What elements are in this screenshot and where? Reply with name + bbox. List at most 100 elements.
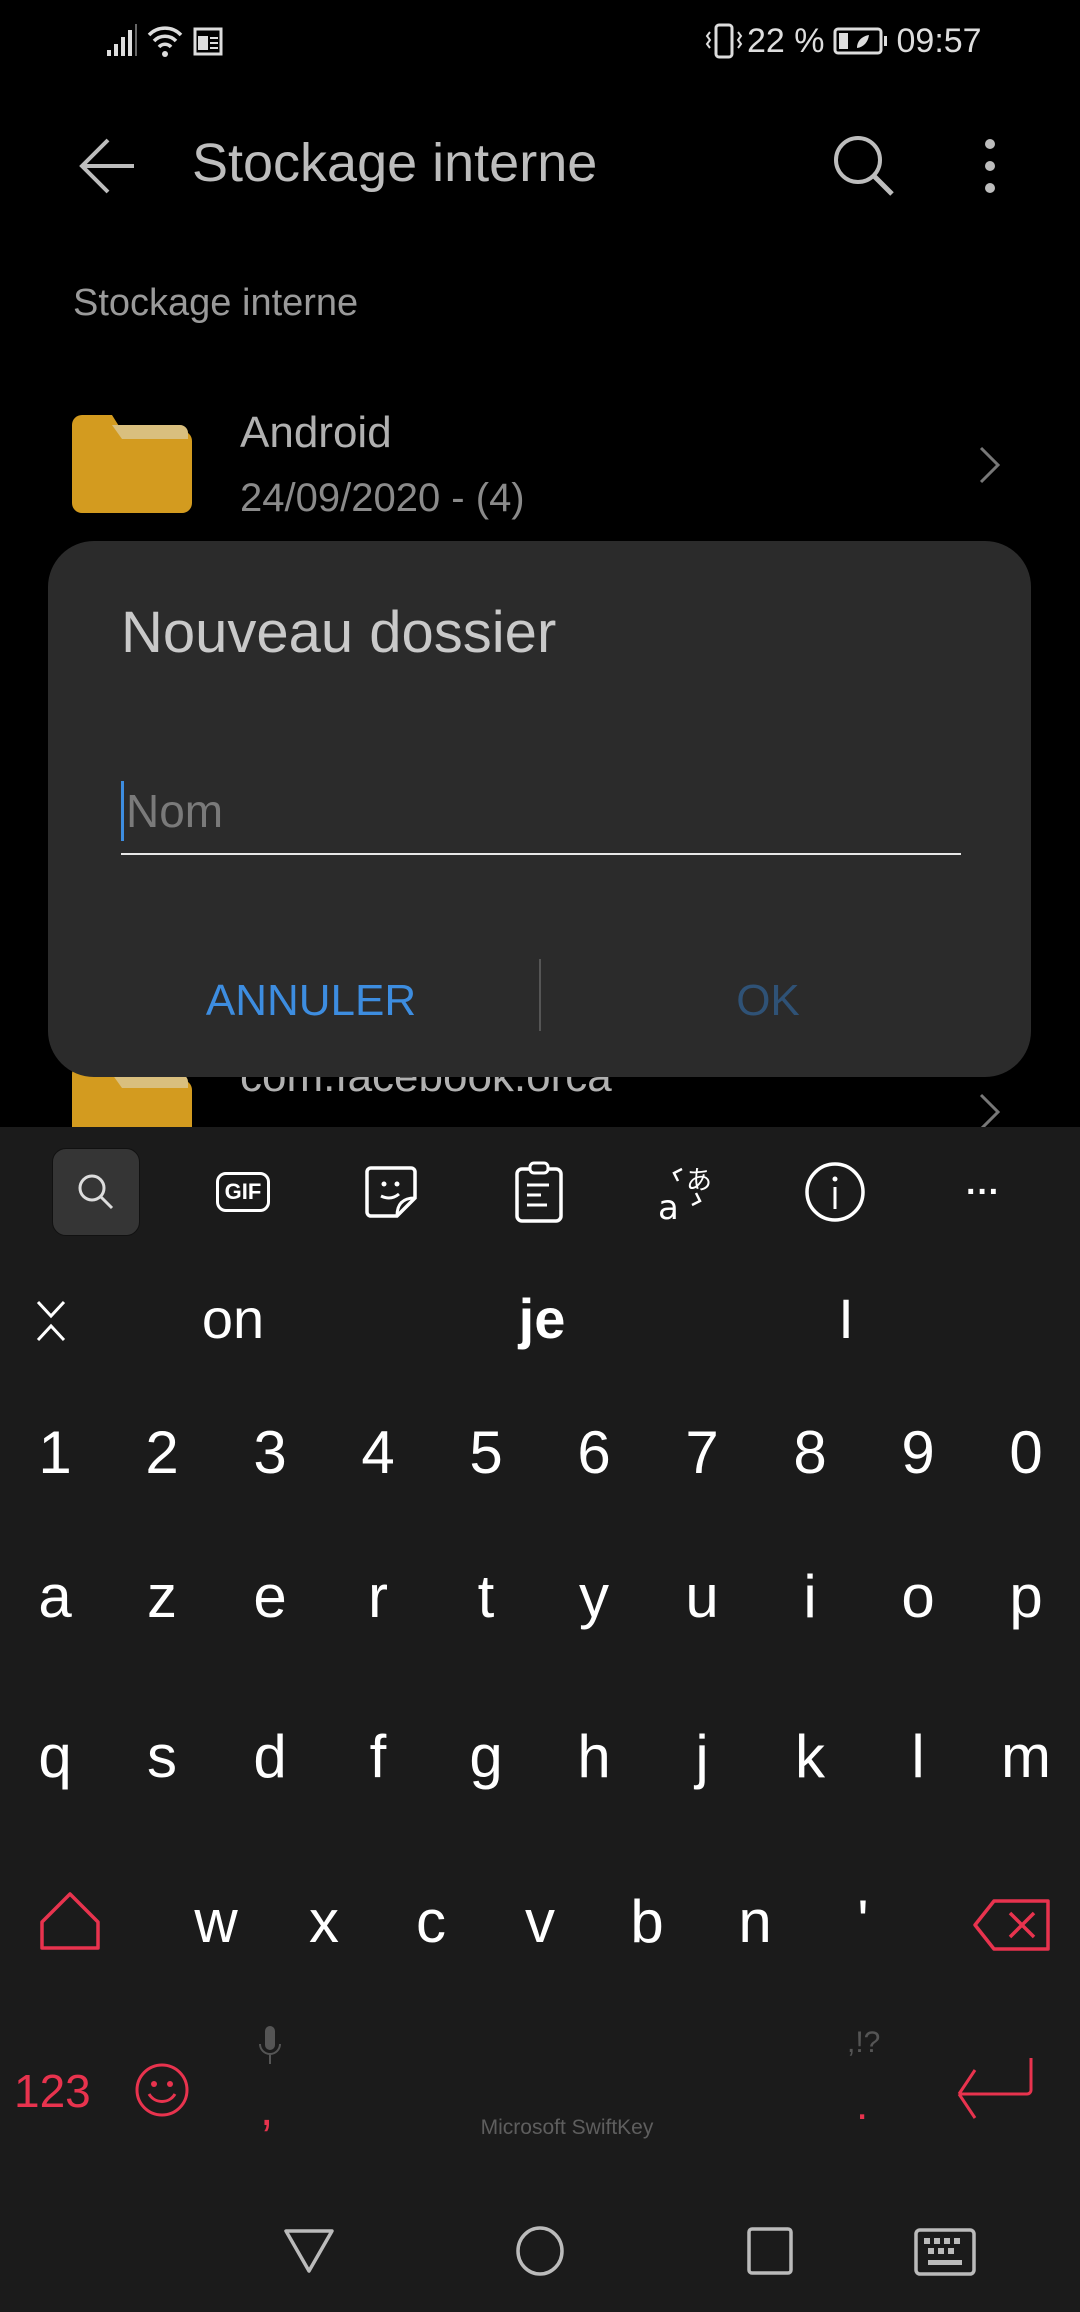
folder-icon <box>72 415 192 513</box>
key-o[interactable]: o <box>864 1562 972 1631</box>
shift-icon[interactable] <box>38 1890 102 1954</box>
key-m[interactable]: m <box>972 1722 1080 1791</box>
info-icon <box>805 1162 865 1222</box>
key-n[interactable]: n <box>701 1887 809 1956</box>
more-icon[interactable]: ··· <box>939 1148 1027 1236</box>
comma-key[interactable]: , <box>216 2020 324 2150</box>
notification-icon <box>193 27 223 56</box>
suggestion-1[interactable]: on <box>202 1286 264 1351</box>
key-apostrophe[interactable]: ' <box>809 1887 917 1956</box>
nav-home-icon[interactable] <box>514 2224 566 2278</box>
suggestion-3[interactable]: I <box>838 1286 854 1351</box>
gif-icon: GIF <box>215 1172 271 1212</box>
backspace-icon[interactable] <box>972 1898 1052 1952</box>
gif-button[interactable]: GIF <box>199 1148 287 1236</box>
chevron-right-icon <box>979 1093 1001 1127</box>
key-1[interactable]: 1 <box>1 1418 109 1487</box>
key-i[interactable]: i <box>756 1562 864 1631</box>
status-icons-right: 22 % 09:57 <box>705 18 982 64</box>
cancel-button[interactable]: ANNULER <box>91 961 531 1041</box>
battery-saver-icon <box>833 27 887 55</box>
key-2[interactable]: 2 <box>108 1418 216 1487</box>
dialog-title: Nouveau dossier <box>121 600 557 665</box>
key-k[interactable]: k <box>756 1722 864 1791</box>
key-6[interactable]: 6 <box>540 1418 648 1487</box>
search-icon[interactable] <box>830 132 900 202</box>
clipboard-button[interactable] <box>495 1148 583 1236</box>
key-g[interactable]: g <box>432 1722 540 1791</box>
key-z[interactable]: z <box>108 1562 216 1631</box>
chevron-right-icon <box>979 446 1001 484</box>
status-icons-left <box>105 18 223 64</box>
new-folder-dialog: Nouveau dossier Nom ANNULER OK <box>48 541 1031 1077</box>
key-d[interactable]: d <box>216 1722 324 1791</box>
key-t[interactable]: t <box>432 1562 540 1631</box>
key-q[interactable]: q <box>1 1722 109 1791</box>
button-divider <box>539 959 541 1031</box>
breadcrumb[interactable]: Stockage interne <box>73 282 358 325</box>
arrow-left-icon[interactable] <box>78 136 138 196</box>
signal-icon <box>107 24 137 56</box>
svg-text:あ: あ <box>686 1166 712 1196</box>
comma-label: , <box>260 2083 274 2136</box>
info-button[interactable] <box>791 1148 879 1236</box>
space-key[interactable]: Microsoft SwiftKey <box>330 2030 804 2150</box>
sticker-button[interactable] <box>347 1148 435 1236</box>
svg-text:a: a <box>658 1188 679 1223</box>
clock: 09:57 <box>896 21 982 60</box>
key-a[interactable]: a <box>1 1562 109 1631</box>
numbers-key[interactable]: 123 <box>14 2064 91 2118</box>
period-key[interactable]: ,!? . <box>809 2020 917 2150</box>
nav-back-icon[interactable] <box>283 2228 335 2274</box>
key-x[interactable]: x <box>270 1887 378 1956</box>
key-0[interactable]: 0 <box>972 1418 1080 1487</box>
key-s[interactable]: s <box>108 1722 216 1791</box>
nav-recents-icon[interactable] <box>746 2226 794 2276</box>
key-j[interactable]: j <box>648 1722 756 1791</box>
period-label: . <box>856 2080 869 2129</box>
search-icon <box>78 1174 114 1210</box>
key-4[interactable]: 4 <box>324 1418 432 1487</box>
translate-button[interactable]: aあ <box>643 1148 731 1236</box>
more-vertical-icon[interactable] <box>978 136 1002 196</box>
key-c[interactable]: c <box>377 1887 485 1956</box>
key-w[interactable]: w <box>162 1887 270 1956</box>
clipboard-icon <box>515 1161 563 1223</box>
ok-button[interactable]: OK <box>548 961 988 1041</box>
key-v[interactable]: v <box>486 1887 594 1956</box>
sticker-icon <box>365 1166 417 1218</box>
suggestion-2[interactable]: je <box>519 1286 566 1351</box>
collapse-suggestions-icon[interactable] <box>34 1298 68 1344</box>
key-b[interactable]: b <box>593 1887 701 1956</box>
key-8[interactable]: 8 <box>756 1418 864 1487</box>
microphone-icon <box>259 2026 281 2064</box>
key-f[interactable]: f <box>324 1722 432 1791</box>
list-item-android[interactable] <box>0 395 1080 535</box>
vibrate-icon <box>705 23 743 59</box>
key-p[interactable]: p <box>972 1562 1080 1631</box>
key-u[interactable]: u <box>648 1562 756 1631</box>
key-y[interactable]: y <box>540 1562 648 1631</box>
text-caret <box>121 781 124 841</box>
punctuation-hint: ,!? <box>847 2026 881 2059</box>
key-5[interactable]: 5 <box>432 1418 540 1487</box>
battery-percent: 22 % <box>747 21 825 60</box>
nav-keyboard-icon[interactable] <box>914 2228 976 2276</box>
key-e[interactable]: e <box>216 1562 324 1631</box>
key-3[interactable]: 3 <box>216 1418 324 1487</box>
key-r[interactable]: r <box>324 1562 432 1631</box>
file-name: Android <box>240 408 392 457</box>
translate-icon: aあ <box>658 1166 712 1223</box>
key-9[interactable]: 9 <box>864 1418 972 1487</box>
wifi-icon <box>147 26 183 57</box>
input-placeholder: Nom <box>126 785 224 837</box>
enter-icon[interactable] <box>955 2056 1035 2140</box>
key-h[interactable]: h <box>540 1722 648 1791</box>
key-l[interactable]: l <box>864 1722 972 1791</box>
emoji-icon[interactable] <box>134 2062 190 2118</box>
space-label: Microsoft SwiftKey <box>480 2116 654 2139</box>
folder-name-input[interactable]: Nom <box>121 769 961 855</box>
keyboard-search-button[interactable] <box>52 1148 140 1236</box>
key-7[interactable]: 7 <box>648 1418 756 1487</box>
file-meta: 24/09/2020 - (4) <box>240 476 525 520</box>
